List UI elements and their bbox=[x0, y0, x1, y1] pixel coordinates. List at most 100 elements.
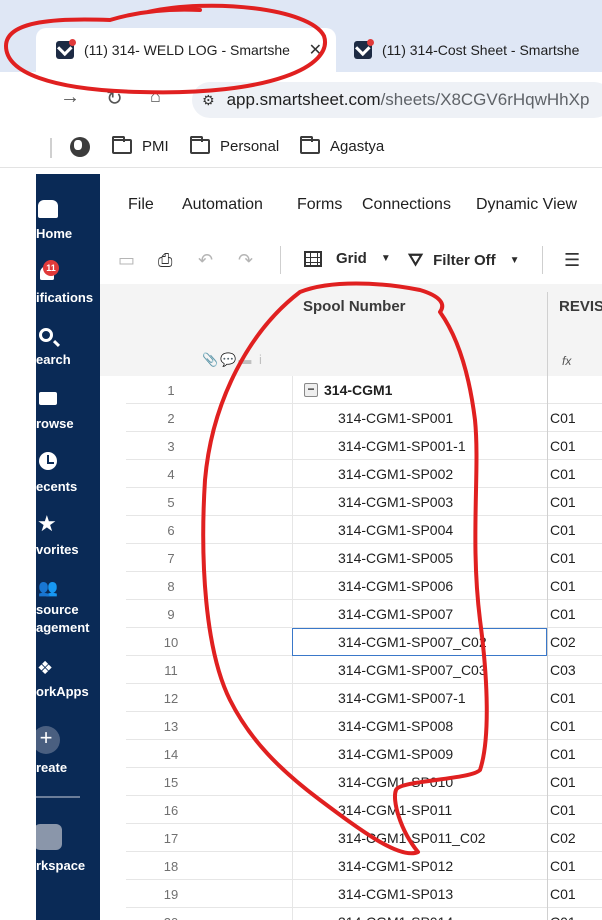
row-number[interactable]: 8 bbox=[126, 579, 216, 594]
revision-cell[interactable]: C01 bbox=[550, 466, 576, 482]
table-row[interactable]: 16 314-CGM1-SP011 C01 bbox=[126, 796, 602, 824]
spool-number-cell[interactable]: 314-CGM1-SP005 bbox=[338, 550, 453, 566]
forward-icon[interactable]: → bbox=[60, 86, 80, 109]
redo-icon[interactable]: ↷ bbox=[238, 250, 253, 271]
row-number[interactable]: 5 bbox=[126, 495, 216, 510]
row-number[interactable]: 16 bbox=[126, 803, 216, 818]
revision-cell[interactable]: C01 bbox=[550, 746, 576, 762]
spool-number-cell[interactable]: 314-CGM1-SP009 bbox=[338, 746, 453, 762]
spool-number-cell[interactable]: 314-CGM1-SP002 bbox=[338, 466, 453, 482]
revision-cell[interactable]: C01 bbox=[550, 438, 576, 454]
table-row[interactable]: 13 314-CGM1-SP008 C01 bbox=[126, 712, 602, 740]
table-row[interactable]: 2 314-CGM1-SP001 C01 bbox=[126, 404, 602, 432]
row-number[interactable]: 10 bbox=[126, 635, 216, 650]
row-number[interactable]: 12 bbox=[126, 691, 216, 706]
spool-number-cell[interactable]: 314-CGM1-SP012 bbox=[338, 858, 453, 874]
row-number[interactable]: 14 bbox=[126, 747, 216, 762]
tab-weld-log[interactable]: (11) 314- WELD LOG - Smartshe ✕ bbox=[36, 28, 336, 72]
table-row[interactable]: 9 314-CGM1-SP007 C01 bbox=[126, 600, 602, 628]
table-row[interactable]: 19 314-CGM1-SP013 C01 bbox=[126, 880, 602, 908]
bookmark-agastya[interactable]: Agastya bbox=[300, 136, 384, 155]
menu-forms[interactable]: Forms bbox=[297, 196, 342, 214]
indent-icon[interactable]: ☰ bbox=[564, 250, 580, 271]
menu-automation[interactable]: Automation bbox=[182, 196, 263, 214]
revision-cell[interactable]: C01 bbox=[550, 522, 576, 538]
table-row[interactable]: 20 314-CGM1-SP014 C01 bbox=[126, 908, 602, 920]
row-number[interactable]: 1 bbox=[126, 383, 216, 398]
revision-cell[interactable]: C01 bbox=[550, 550, 576, 566]
globe-icon[interactable] bbox=[70, 137, 90, 157]
table-row[interactable]: 15 314-CGM1-SP010 C01 bbox=[126, 768, 602, 796]
spool-number-cell[interactable]: 314-CGM1-SP004 bbox=[338, 522, 453, 538]
spool-number-cell[interactable]: 314-CGM1-SP007 bbox=[338, 606, 453, 622]
column-header-revision[interactable]: REVIS bbox=[559, 298, 602, 315]
tab-cost-sheet[interactable]: (11) 314-Cost Sheet - Smartshe bbox=[338, 28, 602, 72]
row-number[interactable]: 3 bbox=[126, 439, 216, 454]
close-icon[interactable]: ✕ bbox=[309, 40, 322, 60]
revision-cell[interactable]: C01 bbox=[550, 606, 576, 622]
collapse-icon[interactable]: − bbox=[304, 383, 318, 397]
revision-cell[interactable]: C01 bbox=[550, 886, 576, 902]
table-row[interactable]: 4 314-CGM1-SP002 C01 bbox=[126, 460, 602, 488]
spool-number-cell[interactable]: 314-CGM1-SP007-1 bbox=[338, 690, 466, 706]
row-number[interactable]: 2 bbox=[126, 411, 216, 426]
table-row[interactable]: 7 314-CGM1-SP005 C01 bbox=[126, 544, 602, 572]
column-header-spool-number[interactable]: Spool Number bbox=[303, 298, 406, 315]
row-number[interactable]: 6 bbox=[126, 523, 216, 538]
table-row[interactable]: 17 314-CGM1-SP011_C02 C02 bbox=[126, 824, 602, 852]
spool-number-cell[interactable]: 314-CGM1-SP013 bbox=[338, 886, 453, 902]
table-row[interactable]: 10 314-CGM1-SP007_C02 C02 bbox=[126, 628, 602, 656]
save-icon[interactable]: ▭ bbox=[118, 250, 135, 271]
table-row[interactable]: 5 314-CGM1-SP003 C01 bbox=[126, 488, 602, 516]
table-row[interactable]: 6 314-CGM1-SP004 C01 bbox=[126, 516, 602, 544]
spool-number-cell[interactable]: 314-CGM1-SP008 bbox=[338, 718, 453, 734]
spool-number-cell[interactable]: 314-CGM1-SP001-1 bbox=[338, 438, 466, 454]
revision-cell[interactable]: C01 bbox=[550, 914, 576, 920]
undo-icon[interactable]: ↶ bbox=[198, 250, 213, 271]
print-icon[interactable]: ⎙ bbox=[158, 250, 172, 271]
row-number[interactable]: 11 bbox=[126, 663, 216, 678]
revision-cell[interactable]: C01 bbox=[550, 578, 576, 594]
revision-cell[interactable]: C01 bbox=[550, 718, 576, 734]
url-field[interactable]: ⚙ app.smartsheet.com/sheets/X8CGV6rHqwHh… bbox=[192, 82, 602, 118]
bookmark-pmi[interactable]: PMI bbox=[112, 136, 169, 155]
row-number[interactable]: 7 bbox=[126, 551, 216, 566]
filter-button[interactable]: ⛛ Filter Off ▼ bbox=[408, 250, 520, 271]
revision-cell[interactable]: C01 bbox=[550, 774, 576, 790]
revision-cell[interactable]: C01 bbox=[550, 858, 576, 874]
spool-number-cell[interactable]: 314-CGM1-SP003 bbox=[338, 494, 453, 510]
spool-number-cell[interactable]: 314-CGM1-SP011 bbox=[338, 802, 452, 818]
revision-cell[interactable]: C02 bbox=[550, 830, 576, 846]
table-row[interactable]: 18 314-CGM1-SP012 C01 bbox=[126, 852, 602, 880]
grid-view-button[interactable]: Grid ▼ bbox=[304, 250, 391, 267]
row-number[interactable]: 17 bbox=[126, 831, 216, 846]
group-row[interactable]: 1 −314-CGM1 bbox=[126, 376, 602, 404]
home-browser-icon[interactable]: ⌂ bbox=[150, 86, 161, 107]
site-settings-icon[interactable]: ⚙ bbox=[202, 92, 215, 109]
row-number[interactable]: 19 bbox=[126, 887, 216, 902]
menu-file[interactable]: File bbox=[128, 196, 154, 214]
table-row[interactable]: 8 314-CGM1-SP006 C01 bbox=[126, 572, 602, 600]
row-number[interactable]: 4 bbox=[126, 467, 216, 482]
revision-cell[interactable]: C03 bbox=[550, 662, 576, 678]
spool-number-cell[interactable]: 314-CGM1-SP006 bbox=[338, 578, 453, 594]
bookmark-personal[interactable]: Personal bbox=[190, 136, 279, 155]
spool-number-cell[interactable]: −314-CGM1 bbox=[304, 382, 392, 398]
table-row[interactable]: 11 314-CGM1-SP007_C03 C03 bbox=[126, 656, 602, 684]
table-row[interactable]: 3 314-CGM1-SP001-1 C01 bbox=[126, 432, 602, 460]
reload-icon[interactable]: ↻ bbox=[106, 86, 123, 111]
menu-dynamic-view[interactable]: Dynamic View bbox=[476, 196, 577, 214]
row-number[interactable]: 9 bbox=[126, 607, 216, 622]
spool-number-cell[interactable]: 314-CGM1-SP010 bbox=[338, 774, 453, 790]
row-number[interactable]: 18 bbox=[126, 859, 216, 874]
revision-cell[interactable]: C01 bbox=[550, 690, 576, 706]
table-row[interactable]: 12 314-CGM1-SP007-1 C01 bbox=[126, 684, 602, 712]
row-number[interactable]: 15 bbox=[126, 775, 216, 790]
row-number[interactable]: 13 bbox=[126, 719, 216, 734]
spool-number-cell[interactable]: 314-CGM1-SP011_C02 bbox=[338, 830, 486, 846]
row-number[interactable]: 20 bbox=[126, 915, 216, 920]
revision-cell[interactable]: C02 bbox=[550, 634, 576, 650]
menu-connections[interactable]: Connections bbox=[362, 196, 451, 214]
revision-cell[interactable]: C01 bbox=[550, 410, 576, 426]
spool-number-cell[interactable]: 314-CGM1-SP007_C03 bbox=[338, 662, 487, 678]
